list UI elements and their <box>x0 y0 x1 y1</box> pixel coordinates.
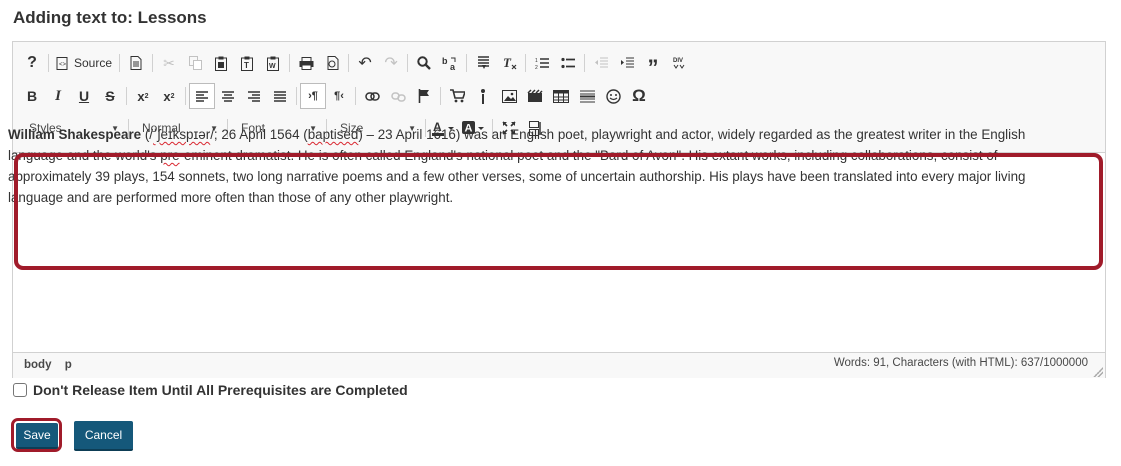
blockquote-icon[interactable]: ” <box>640 50 666 80</box>
link-icon[interactable] <box>359 83 385 109</box>
cancel-button[interactable]: Cancel <box>74 421 133 451</box>
path-body[interactable]: body <box>24 359 51 371</box>
paragraph-ipa: ˈʃeɪkspɪər <box>153 127 211 142</box>
copy-icon[interactable] <box>182 50 208 76</box>
paste-word-icon[interactable]: W <box>260 50 286 76</box>
toolbar-row-2: B I U S x2 x2 ›¶ ¶‹ Ω <box>19 82 652 110</box>
smiley-icon[interactable] <box>600 83 626 109</box>
toolbar-separator <box>355 87 356 105</box>
toolbar-separator <box>119 54 121 72</box>
paragraph-text: /; 26 April 1564 ( <box>210 127 308 142</box>
toolbar-separator <box>348 54 350 72</box>
anchor-flag-icon[interactable] <box>411 83 437 109</box>
svg-text:2: 2 <box>535 65 538 70</box>
toolbar-separator <box>466 54 468 72</box>
select-all-icon[interactable] <box>470 50 496 76</box>
word-count: Words: 91, Characters (with HTML): 637/1… <box>833 357 1088 369</box>
cart-icon[interactable] <box>444 83 470 109</box>
svg-text:b: b <box>442 56 448 66</box>
subscript-icon[interactable]: x2 <box>130 83 156 109</box>
page-title: Adding text to: Lessons <box>13 8 207 27</box>
bold-icon[interactable]: B <box>19 83 45 109</box>
italic-icon[interactable]: I <box>45 83 71 109</box>
paste-text-icon[interactable]: T <box>234 50 260 76</box>
toolbar-separator <box>185 87 186 105</box>
content-highlight-box <box>14 153 1103 270</box>
toolbar-separator <box>152 54 154 72</box>
align-right-icon[interactable] <box>241 83 267 109</box>
svg-text:1: 1 <box>535 58 538 64</box>
print-icon[interactable] <box>293 50 319 76</box>
justify-icon[interactable] <box>267 83 293 109</box>
new-page-icon[interactable] <box>123 50 149 76</box>
svg-text:DIV: DIV <box>673 58 683 64</box>
replace-icon[interactable]: ba <box>437 50 463 76</box>
toolbar-separator <box>525 54 527 72</box>
toolbar-row-1: ? <> Source ✂ T W ↶ ↷ ba T 1 2 ” DIV <box>19 49 692 80</box>
save-button[interactable]: Save <box>16 423 58 449</box>
paragraph-text: (/ <box>141 127 154 142</box>
image-icon[interactable] <box>496 83 522 109</box>
paste-icon[interactable] <box>208 50 234 76</box>
info-icon[interactable] <box>470 83 496 109</box>
underline-icon[interactable]: U <box>71 83 97 109</box>
special-char-icon[interactable]: Ω <box>626 83 652 109</box>
toolbar-separator <box>126 87 127 105</box>
prerequisite-label: Don't Release Item Until All Prerequisit… <box>33 382 408 398</box>
rtl-icon[interactable]: ¶‹ <box>326 83 352 109</box>
source-icon: <> <box>56 56 68 70</box>
toolbar-separator <box>407 54 409 72</box>
numbered-list-icon[interactable]: 12 <box>529 50 555 76</box>
paragraph-bold-name: William Shakespeare <box>8 127 142 142</box>
toolbar-separator <box>296 87 297 105</box>
prerequisite-option[interactable]: Don't Release Item Until All Prerequisit… <box>13 382 408 398</box>
editor-statusbar: body p Words: 91, Characters (with HTML)… <box>13 352 1105 378</box>
svg-text:W: W <box>269 63 276 70</box>
source-button[interactable]: <> Source <box>52 50 116 76</box>
remove-format-icon[interactable]: T <box>496 50 522 76</box>
horizontal-line-icon[interactable] <box>574 83 600 109</box>
indent-icon[interactable] <box>614 50 640 76</box>
superscript-icon[interactable]: x2 <box>156 83 182 109</box>
templates-icon[interactable] <box>319 50 345 76</box>
svg-text:T: T <box>503 56 512 70</box>
table-icon[interactable] <box>548 83 574 109</box>
element-path: body p <box>24 359 82 371</box>
help-icon[interactable]: ? <box>19 50 45 76</box>
resize-handle-icon[interactable] <box>1093 367 1103 377</box>
create-div-icon[interactable]: DIV <box>666 50 692 76</box>
strikethrough-icon[interactable]: S <box>97 83 123 109</box>
path-p[interactable]: p <box>65 359 72 371</box>
video-icon[interactable] <box>522 83 548 109</box>
ltr-icon[interactable]: ›¶ <box>300 83 326 109</box>
paragraph-baptised: baptised <box>307 127 359 142</box>
toolbar-separator <box>48 54 49 72</box>
prerequisite-checkbox[interactable] <box>13 383 27 397</box>
toolbar-separator <box>289 54 291 72</box>
svg-text:T: T <box>244 61 249 70</box>
align-left-icon[interactable] <box>189 83 215 109</box>
toolbar-separator <box>584 54 586 72</box>
align-center-icon[interactable] <box>215 83 241 109</box>
svg-text:a: a <box>450 62 456 71</box>
svg-text:<>: <> <box>59 62 67 68</box>
toolbar-separator <box>440 87 441 105</box>
redo-icon[interactable]: ↷ <box>378 50 404 76</box>
undo-icon[interactable]: ↶ <box>352 50 378 76</box>
outdent-icon[interactable] <box>588 50 614 76</box>
find-icon[interactable] <box>411 50 437 76</box>
source-label: Source <box>74 56 113 70</box>
unlink-icon[interactable] <box>385 83 411 109</box>
bulleted-list-icon[interactable] <box>555 50 581 76</box>
cut-icon[interactable]: ✂ <box>156 50 182 76</box>
